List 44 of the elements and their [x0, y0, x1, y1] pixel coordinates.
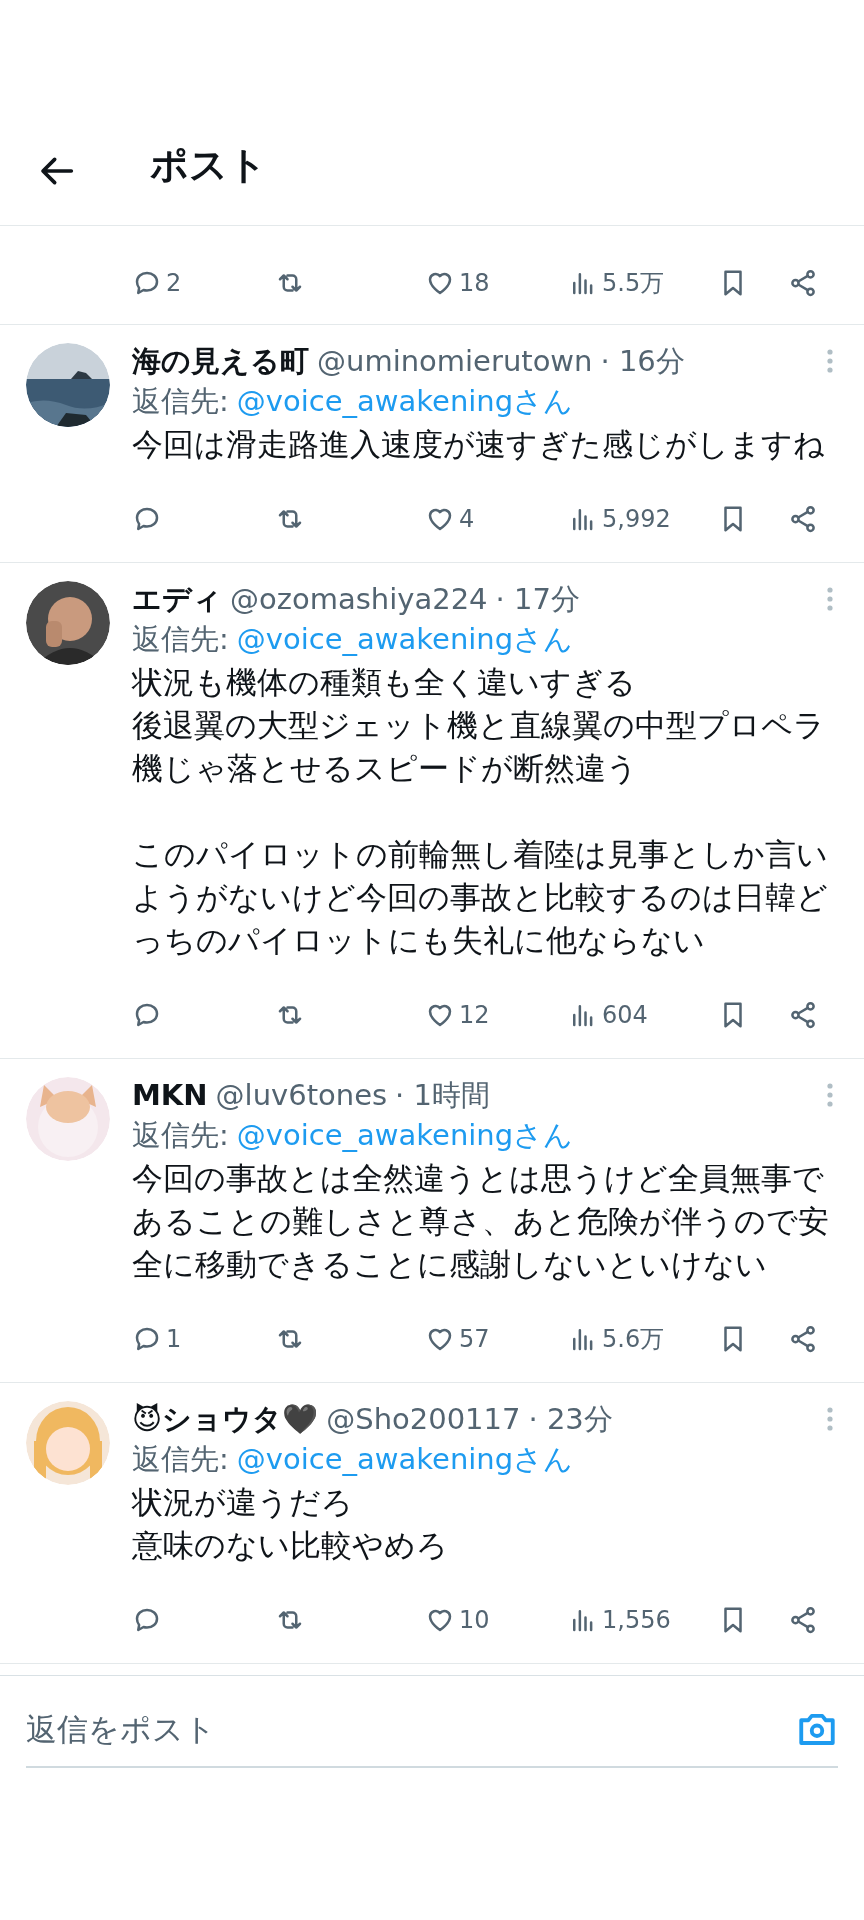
- like-button[interactable]: 18: [425, 265, 568, 301]
- user-handle: @ozomashiya224: [230, 581, 488, 618]
- share-icon: [788, 268, 818, 298]
- reply-button[interactable]: 2: [132, 265, 275, 301]
- share-icon: [788, 1605, 818, 1635]
- like-button[interactable]: 10: [425, 1602, 568, 1638]
- share-icon: [788, 1000, 818, 1030]
- share-button[interactable]: [788, 1605, 818, 1635]
- like-button[interactable]: 4: [425, 501, 568, 537]
- user-handle: @uminomierutown: [317, 343, 593, 380]
- reply-input[interactable]: 返信をポスト: [26, 1705, 626, 1753]
- reply-to-label: 返信先:: [132, 1117, 229, 1155]
- page-title: ポスト: [150, 142, 267, 189]
- post-time: · 17分: [495, 581, 580, 618]
- user-name: 海の見える町: [132, 343, 309, 380]
- reply-to-label: 返信先:: [132, 1441, 229, 1479]
- share-button[interactable]: [788, 1324, 818, 1354]
- views-button[interactable]: 1,556: [568, 1602, 718, 1638]
- share-button[interactable]: [788, 504, 818, 534]
- post-time: · 16分: [600, 343, 685, 380]
- share-button[interactable]: [788, 1000, 818, 1030]
- user-name: 😈ショウタ🖤: [132, 1401, 319, 1438]
- share-icon: [788, 1324, 818, 1354]
- views-button[interactable]: 5.5万: [568, 265, 718, 301]
- reply-to-label: 返信先:: [132, 383, 229, 421]
- like-button[interactable]: 57: [425, 1321, 568, 1357]
- user-handle: @Sho200117: [326, 1401, 521, 1438]
- share-button[interactable]: [788, 268, 818, 298]
- user-name: MKN: [132, 1077, 208, 1114]
- user-handle: @luv6tones: [215, 1077, 388, 1114]
- post-time: · 1時間: [395, 1077, 490, 1114]
- views-button[interactable]: 5,992: [568, 501, 718, 537]
- post-text: 今回の事故とは全然違うとは思うけど全員無事であることの難しさと尊さ、あと危険が伴うので安全に移動できることに感謝しないといけない: [132, 1159, 830, 1284]
- user-name: エディ: [132, 581, 222, 618]
- post-text: 状況が違うだろ 意味のない比較やめろ: [132, 1483, 449, 1565]
- like-button[interactable]: 12: [425, 997, 568, 1033]
- reply-to-label: 返信先:: [132, 621, 229, 659]
- share-icon: [788, 504, 818, 534]
- post-text: 今回は滑走路進入速度が速すぎた感じがしますね: [132, 425, 826, 464]
- post-time: · 23分: [528, 1401, 613, 1438]
- views-button[interactable]: 5.6万: [568, 1321, 718, 1357]
- reply-button[interactable]: 1: [132, 1321, 275, 1357]
- views-button[interactable]: 604: [568, 997, 718, 1033]
- post-text: 状況も機体の種類も全く違いすぎる 後退翼の大型ジェット機と直線翼の中型プロペラ機じゃ落とせるスピードが断然違う このパイロットの前輪無し着陸は見事としか言いようがないけど今回の事故と比較するのは日韓どっちのパイロットにも失礼に他ならない: [132, 663, 829, 960]
